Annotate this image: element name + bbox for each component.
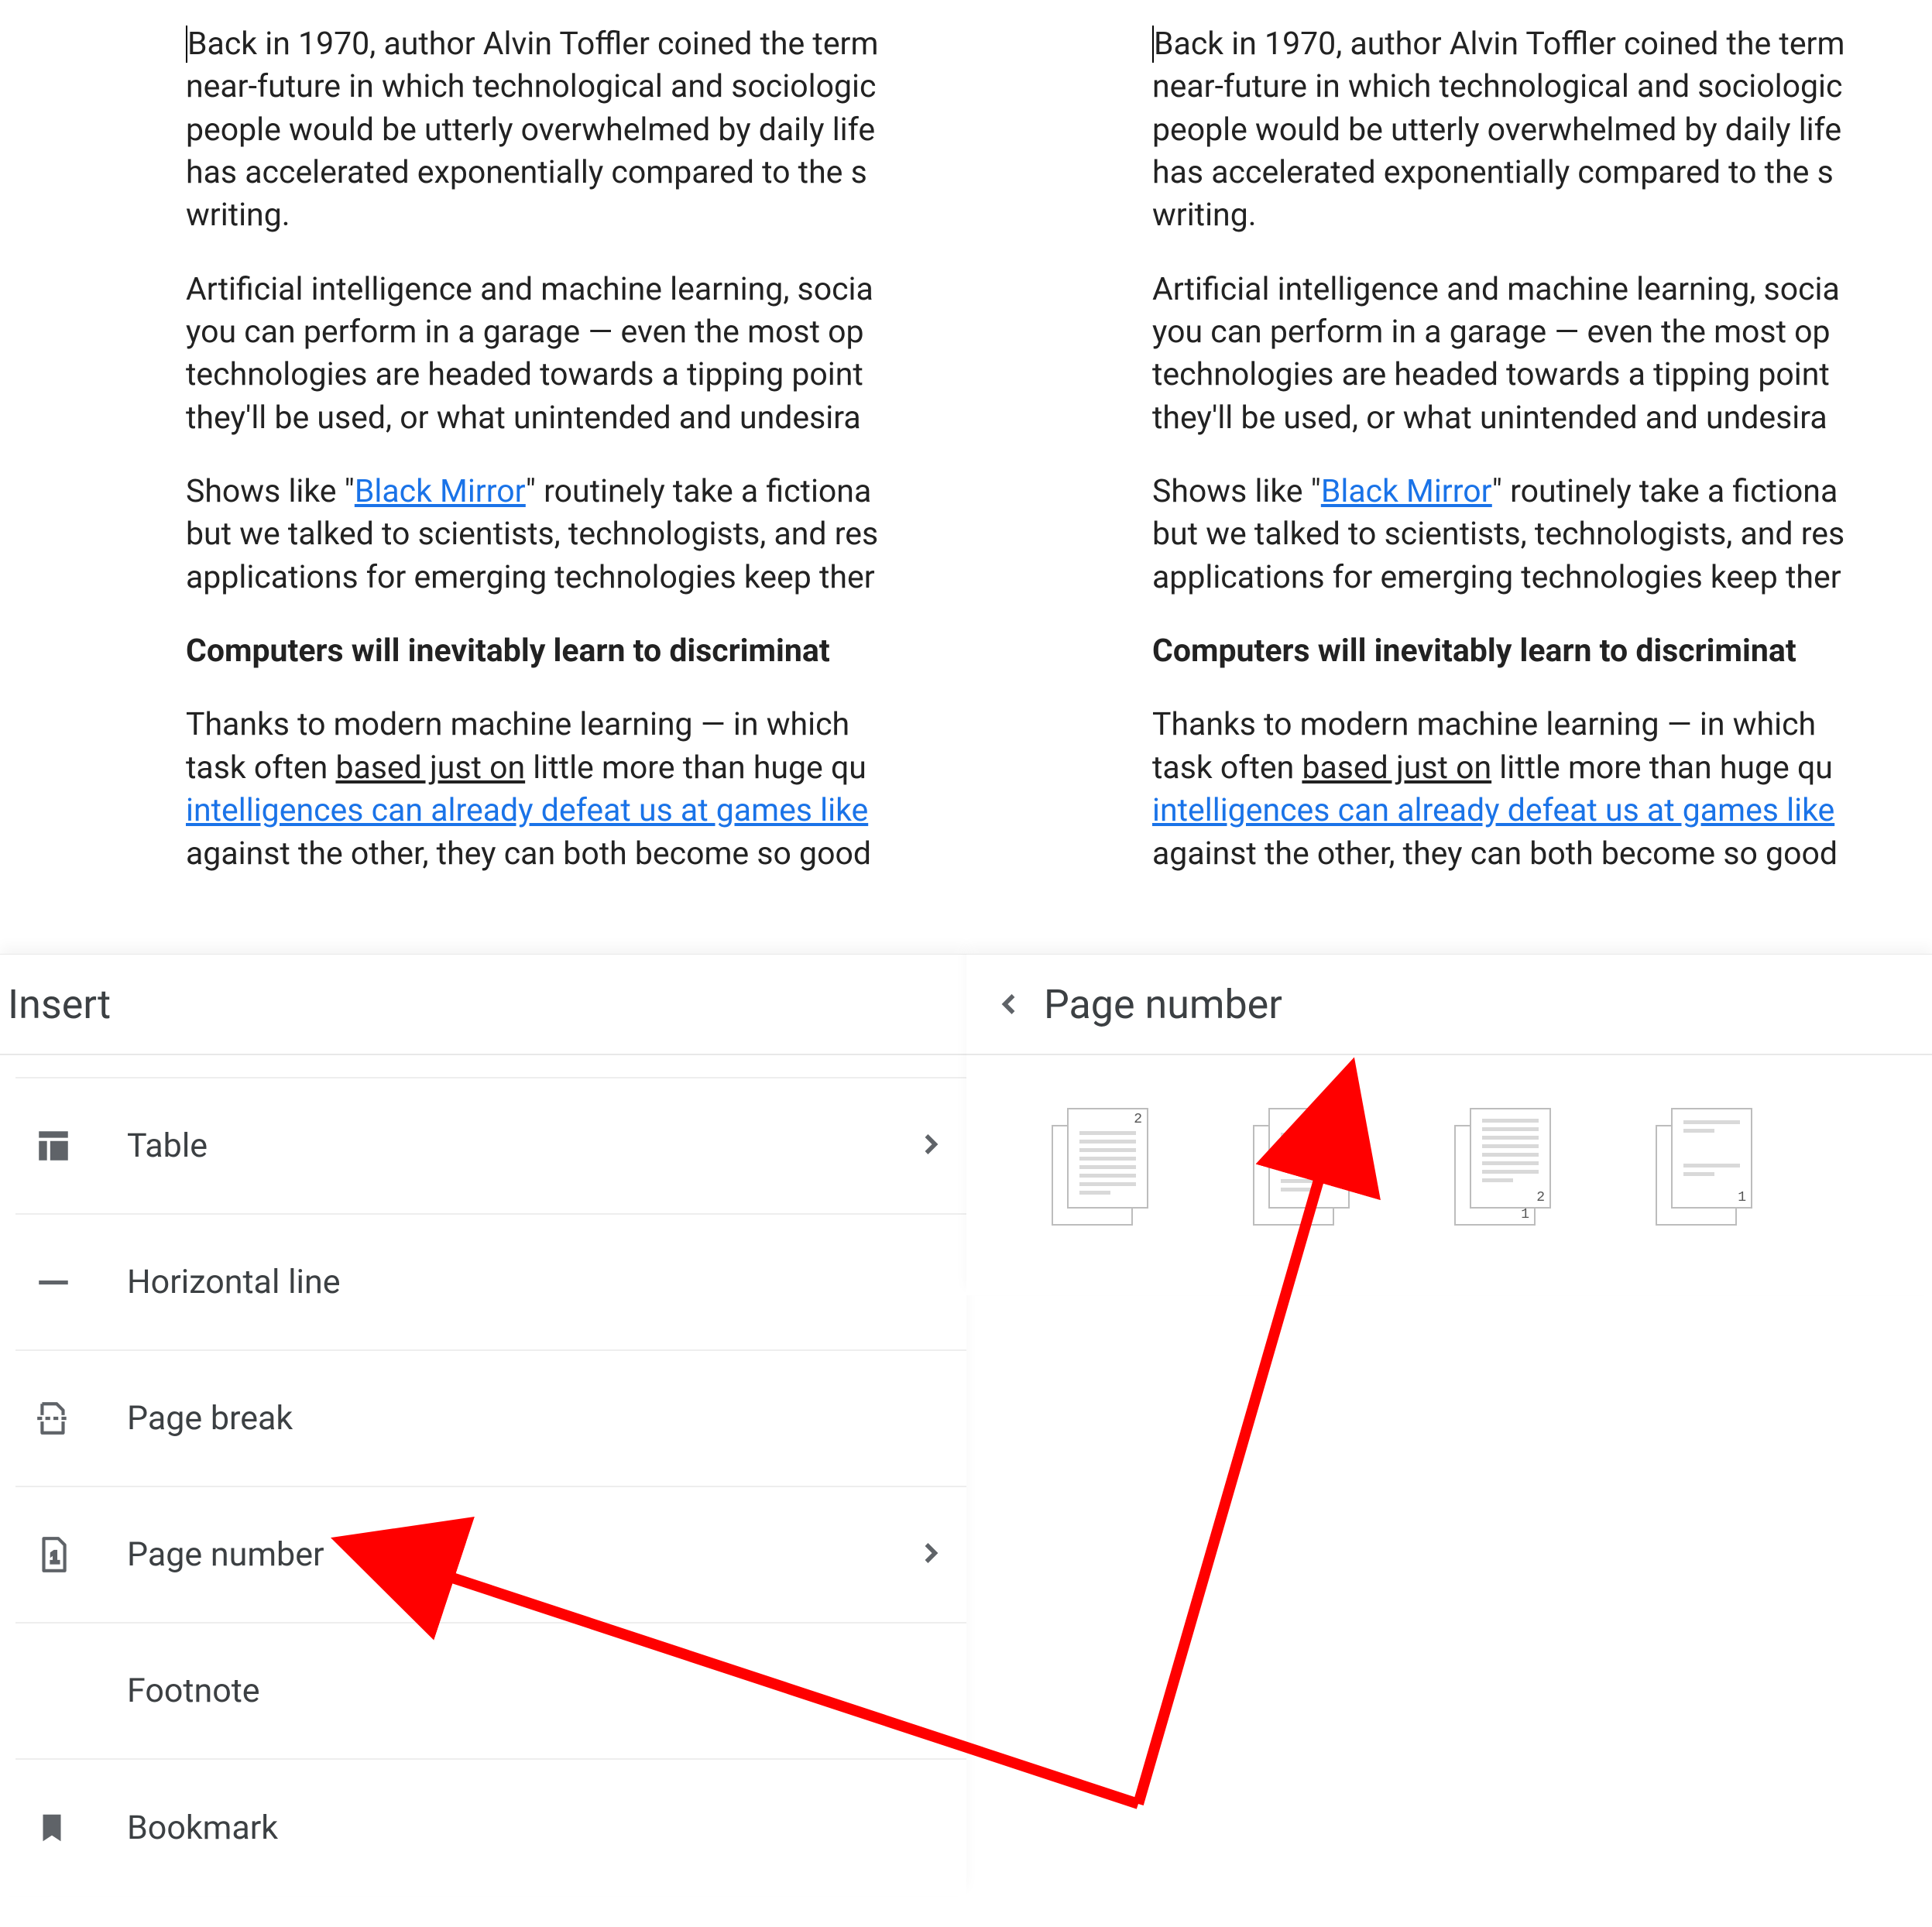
doc-text: little more than huge qu — [525, 749, 866, 787]
doc-text: Thanks to modern machine learning — in w… — [1152, 706, 1816, 743]
doc-paragraph: Thanks to modern machine learning — in w… — [1152, 704, 1932, 875]
insert-menu: Insert Table Horizontal line — [0, 954, 966, 1896]
page-number-icon: 1 — [34, 1535, 127, 1574]
doc-paragraph: Artificial intelligence and machine lear… — [186, 269, 966, 440]
doc-paragraph: Artificial intelligence and machine lear… — [1152, 269, 1932, 440]
doc-text: near-future in which technological and s… — [186, 68, 876, 105]
doc-text: against the other, they can both become … — [1152, 835, 1838, 873]
svg-text:1: 1 — [50, 1548, 60, 1566]
horizontal-line-icon — [34, 1263, 127, 1301]
page-number-options: 1 2 1 — [966, 1055, 1932, 1295]
page-break-icon — [34, 1399, 127, 1438]
doc-heading: Computers will inevitably learn to discr… — [1152, 630, 1932, 673]
doc-heading: Computers will inevitably learn to discr… — [186, 630, 966, 673]
doc-text: based just on — [335, 749, 525, 787]
doc-text: but we talked to scientists, technologis… — [1152, 516, 1844, 553]
doc-text: Back in 1970, author Alvin Toffler coine… — [1154, 26, 1844, 63]
page-number-option-footer-skip-first[interactable]: 1 — [1656, 1125, 1756, 1226]
menu-item-label: Page number — [127, 1535, 914, 1574]
doc-text: little more than huge qu — [1491, 749, 1833, 787]
doc-text: applications for emerging technologies k… — [186, 559, 875, 596]
doc-paragraph: Shows like "Black Mirror" routinely take… — [186, 471, 966, 599]
menu-item-horizontal-line[interactable]: Horizontal line — [15, 1215, 966, 1351]
chevron-left-icon — [992, 987, 1026, 1021]
doc-text: near-future in which technological and s… — [1152, 68, 1842, 105]
doc-text: based just on — [1302, 749, 1491, 787]
doc-text: " routinely take a fictiona — [526, 473, 871, 510]
document-preview-right: Back in 1970, author Alvin Toffler coine… — [966, 0, 1932, 952]
doc-bold-text: Computers will inevitably learn to discr… — [186, 633, 830, 670]
ai-games-link[interactable]: intelligences can already defeat us at g… — [1152, 792, 1834, 829]
chevron-right-icon — [914, 1536, 948, 1573]
doc-text: Artificial intelligence and machine lear… — [186, 271, 873, 308]
doc-text: has accelerated exponentially compared t… — [1152, 154, 1834, 191]
insert-menu-header: Insert — [0, 955, 966, 1055]
doc-text: against the other, they can both become … — [186, 835, 871, 873]
doc-text: Artificial intelligence and machine lear… — [1152, 271, 1840, 308]
menu-item-label: Horizontal line — [127, 1263, 948, 1301]
left-panel: Back in 1970, author Alvin Toffler coine… — [0, 0, 966, 1927]
document-preview-left: Back in 1970, author Alvin Toffler coine… — [0, 0, 966, 952]
menu-item-page-break[interactable]: Page break — [15, 1351, 966, 1487]
doc-text: people would be utterly overwhelmed by d… — [186, 111, 875, 149]
menu-item-label: Table — [127, 1126, 914, 1165]
doc-text: people would be utterly overwhelmed by d… — [1152, 111, 1841, 149]
doc-text: writing. — [186, 197, 290, 234]
doc-text: writing. — [1152, 197, 1257, 234]
doc-paragraph: Thanks to modern machine learning — in w… — [186, 704, 966, 875]
doc-text: " routinely take a fictiona — [1492, 473, 1838, 510]
doc-text: technologies are headed towards a tippin… — [186, 356, 863, 393]
doc-text: Shows like " — [1152, 473, 1321, 510]
doc-text: Shows like " — [186, 473, 355, 510]
doc-text: Thanks to modern machine learning — in w… — [186, 706, 849, 743]
right-panel: Back in 1970, author Alvin Toffler coine… — [966, 0, 1932, 1927]
page-number-menu-header: Page number — [966, 955, 1932, 1055]
chevron-right-icon — [914, 1127, 948, 1164]
doc-text: you can perform in a garage — even the m… — [1152, 314, 1831, 351]
doc-text: technologies are headed towards a tippin… — [1152, 356, 1830, 393]
menu-item-page-number[interactable]: 1 Page number — [15, 1487, 966, 1624]
page-number-option-header-all[interactable]: 1 2 — [1052, 1125, 1152, 1226]
table-icon — [34, 1126, 127, 1165]
menu-item-label: Footnote — [127, 1672, 948, 1710]
menu-item-footnote[interactable]: Footnote — [15, 1624, 966, 1760]
insert-menu-title: Insert — [8, 981, 111, 1028]
page-number-option-header-skip-first[interactable]: 1 — [1253, 1125, 1354, 1226]
doc-text: but we talked to scientists, technologis… — [186, 516, 878, 553]
insert-menu-list: Table Horizontal line Page break 1 — [0, 1078, 966, 1896]
doc-text: Back in 1970, author Alvin Toffler coine… — [187, 26, 878, 63]
menu-item-label: Bookmark — [127, 1809, 948, 1847]
doc-text: you can perform in a garage — even the m… — [186, 314, 864, 351]
page-number-menu-title: Page number — [1044, 981, 1282, 1028]
doc-paragraph: Shows like "Black Mirror" routinely take… — [1152, 471, 1932, 599]
ai-games-link[interactable]: intelligences can already defeat us at g… — [186, 792, 868, 829]
black-mirror-link[interactable]: Black Mirror — [1321, 473, 1492, 510]
doc-text: task often — [186, 749, 335, 787]
doc-bold-text: Computers will inevitably learn to discr… — [1152, 633, 1796, 670]
page-number-option-footer-all[interactable]: 1 2 — [1454, 1125, 1555, 1226]
page-number-menu: Page number 1 2 1 — [966, 954, 1932, 1295]
menu-item-table[interactable]: Table — [15, 1078, 966, 1215]
doc-text: applications for emerging technologies k… — [1152, 559, 1841, 596]
doc-text: they'll be used, or what unintended and … — [186, 399, 861, 437]
black-mirror-link[interactable]: Black Mirror — [355, 473, 526, 510]
doc-paragraph: Back in 1970, author Alvin Toffler coine… — [1152, 23, 1932, 238]
doc-paragraph: Back in 1970, author Alvin Toffler coine… — [186, 23, 966, 238]
back-button[interactable] — [974, 987, 1044, 1021]
doc-text: they'll be used, or what unintended and … — [1152, 399, 1827, 437]
menu-spacer — [15, 1055, 966, 1078]
menu-item-label: Page break — [127, 1399, 948, 1438]
doc-text: has accelerated exponentially compared t… — [186, 154, 867, 191]
menu-item-bookmark[interactable]: Bookmark — [15, 1760, 966, 1896]
bookmark-icon — [34, 1810, 127, 1846]
doc-text: task often — [1152, 749, 1302, 787]
